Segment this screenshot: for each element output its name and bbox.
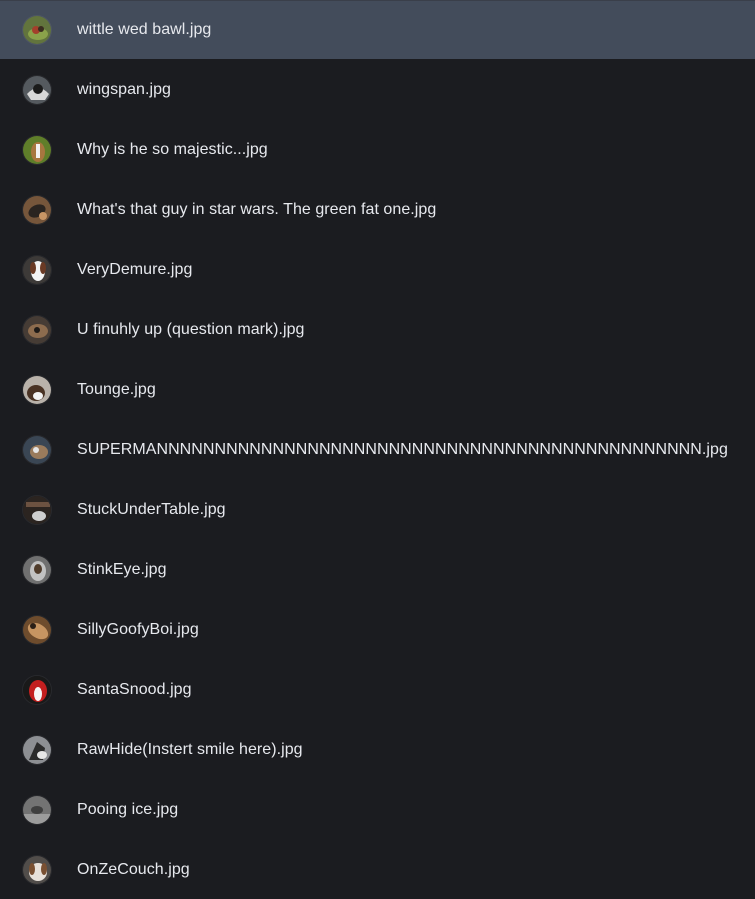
file-name: U finuhly up (question mark).jpg [77, 321, 305, 338]
file-row-pooing-ice[interactable]: Pooing ice.jpg [0, 781, 755, 839]
file-name: StuckUnderTable.jpg [77, 501, 226, 518]
file-name: wittle wed bawl.jpg [77, 21, 212, 38]
file-name: SantaSnood.jpg [77, 681, 192, 698]
file-name: Pooing ice.jpg [77, 801, 179, 818]
file-thumbnail [22, 75, 52, 105]
file-thumbnail [22, 195, 52, 225]
file-row-stuckundertable[interactable]: StuckUnderTable.jpg [0, 481, 755, 539]
file-thumbnail [22, 555, 52, 585]
file-thumbnail [22, 855, 52, 885]
file-row-whats-that-guy[interactable]: What's that guy in star wars. The green … [0, 181, 755, 239]
file-thumbnail [22, 15, 52, 45]
file-name: VeryDemure.jpg [77, 261, 193, 278]
file-row-u-finuhly-up[interactable]: U finuhly up (question mark).jpg [0, 301, 755, 359]
file-thumbnail [22, 375, 52, 405]
file-name: wingspan.jpg [77, 81, 171, 98]
file-name: Tounge.jpg [77, 381, 156, 398]
file-row-sillygoofyboi[interactable]: SillyGoofyBoi.jpg [0, 601, 755, 659]
file-row-wingspan[interactable]: wingspan.jpg [0, 61, 755, 119]
file-name: SillyGoofyBoi.jpg [77, 621, 199, 638]
file-thumbnail [22, 675, 52, 705]
file-name: SUPERMANNNNNNNNNNNNNNNNNNNNNNNNNNNNNNNNN… [77, 441, 728, 458]
file-name: Why is he so majestic...jpg [77, 141, 268, 158]
file-name: StinkEye.jpg [77, 561, 167, 578]
file-thumbnail [22, 735, 52, 765]
file-thumbnail [22, 255, 52, 285]
file-name: RawHide(Instert smile here).jpg [77, 741, 303, 758]
file-thumbnail [22, 495, 52, 525]
file-row-onzecouch[interactable]: OnZeCouch.jpg [0, 841, 755, 899]
file-row-stinkeye[interactable]: StinkEye.jpg [0, 541, 755, 599]
file-thumbnail [22, 795, 52, 825]
file-list: wittle wed bawl.jpg wingspan.jpg Why is … [0, 0, 755, 888]
file-row-supermann[interactable]: SUPERMANNNNNNNNNNNNNNNNNNNNNNNNNNNNNNNNN… [0, 421, 755, 479]
file-thumbnail [22, 315, 52, 345]
file-thumbnail [22, 615, 52, 645]
file-row-rawhide[interactable]: RawHide(Instert smile here).jpg [0, 721, 755, 779]
file-row-wittle-wed-bawl[interactable]: wittle wed bawl.jpg [0, 1, 755, 59]
file-name: OnZeCouch.jpg [77, 861, 190, 878]
file-row-tounge[interactable]: Tounge.jpg [0, 361, 755, 419]
file-row-verydemure[interactable]: VeryDemure.jpg [0, 241, 755, 299]
file-row-santasnood[interactable]: SantaSnood.jpg [0, 661, 755, 719]
file-row-why-is-he-so-majestic[interactable]: Why is he so majestic...jpg [0, 121, 755, 179]
file-name: What's that guy in star wars. The green … [77, 201, 437, 218]
file-thumbnail [22, 135, 52, 165]
file-thumbnail [22, 435, 52, 465]
